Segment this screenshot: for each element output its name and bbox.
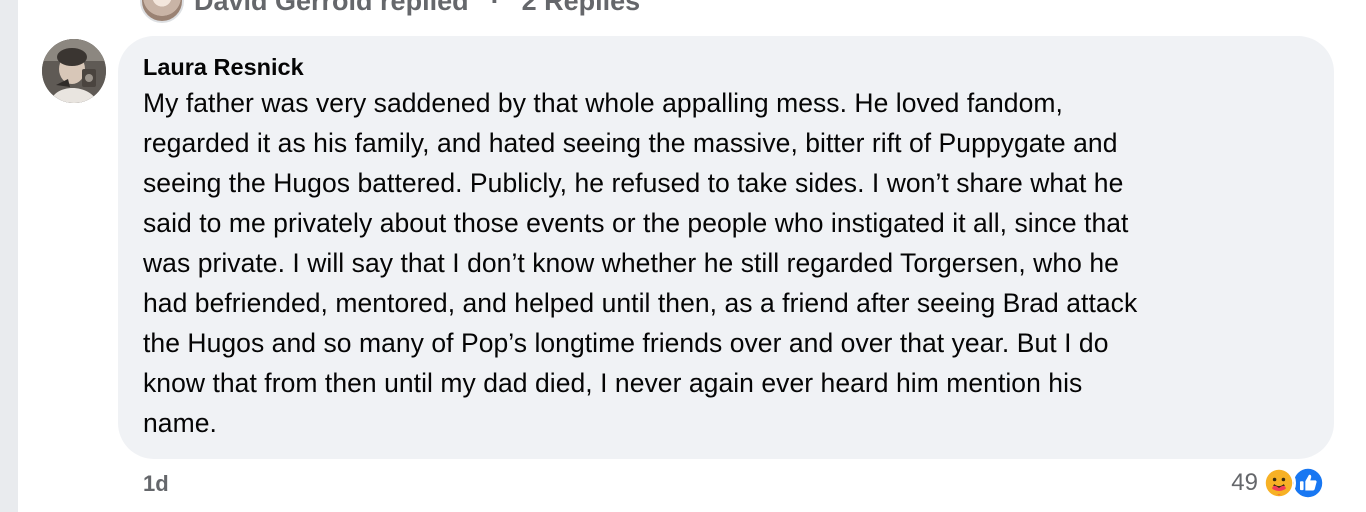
replies-summary[interactable]: David Gerrold replied · 2 Replies xyxy=(140,0,641,23)
comment-timestamp[interactable]: 1d xyxy=(143,470,169,498)
comment-bubble: Laura Resnick My father was very saddene… xyxy=(118,36,1334,459)
comment-line: had befriended, mentored, and helped unt… xyxy=(143,288,1138,318)
reaction-icons xyxy=(1262,465,1326,501)
replies-separator: · xyxy=(490,0,500,16)
comment-line: was private. I will say that I don’t kno… xyxy=(143,248,1119,278)
reaction-summary[interactable]: 49 xyxy=(1231,465,1326,501)
reaction-count: 49 xyxy=(1231,469,1258,496)
comment-line: said to me privately about those events … xyxy=(143,208,1129,238)
comment-line: the Hugos and so many of Pop’s longtime … xyxy=(143,328,1109,358)
care-icon xyxy=(1262,466,1296,500)
replies-summary-name: David Gerrold replied xyxy=(194,0,469,16)
comment-body: My father was very saddened by that whol… xyxy=(143,83,1310,443)
avatar[interactable] xyxy=(42,39,106,103)
comment-line: seeing the Hugos battered. Publicly, he … xyxy=(143,168,1124,198)
thread-rail xyxy=(0,0,18,512)
comment-line: name. xyxy=(143,408,217,438)
avatar-photo xyxy=(42,39,106,103)
comment-line: know that from then until my dad died, I… xyxy=(143,368,1083,398)
replies-count: 2 Replies xyxy=(521,0,641,16)
comment-line: My father was very saddened by that whol… xyxy=(143,88,1063,118)
comment-thread: David Gerrold replied · 2 Replies Laura … xyxy=(0,0,1366,512)
comment-line: regarded it as his family, and hated see… xyxy=(143,128,1118,158)
reply-avatar xyxy=(140,0,184,23)
comment-author[interactable]: Laura Resnick xyxy=(143,51,304,83)
